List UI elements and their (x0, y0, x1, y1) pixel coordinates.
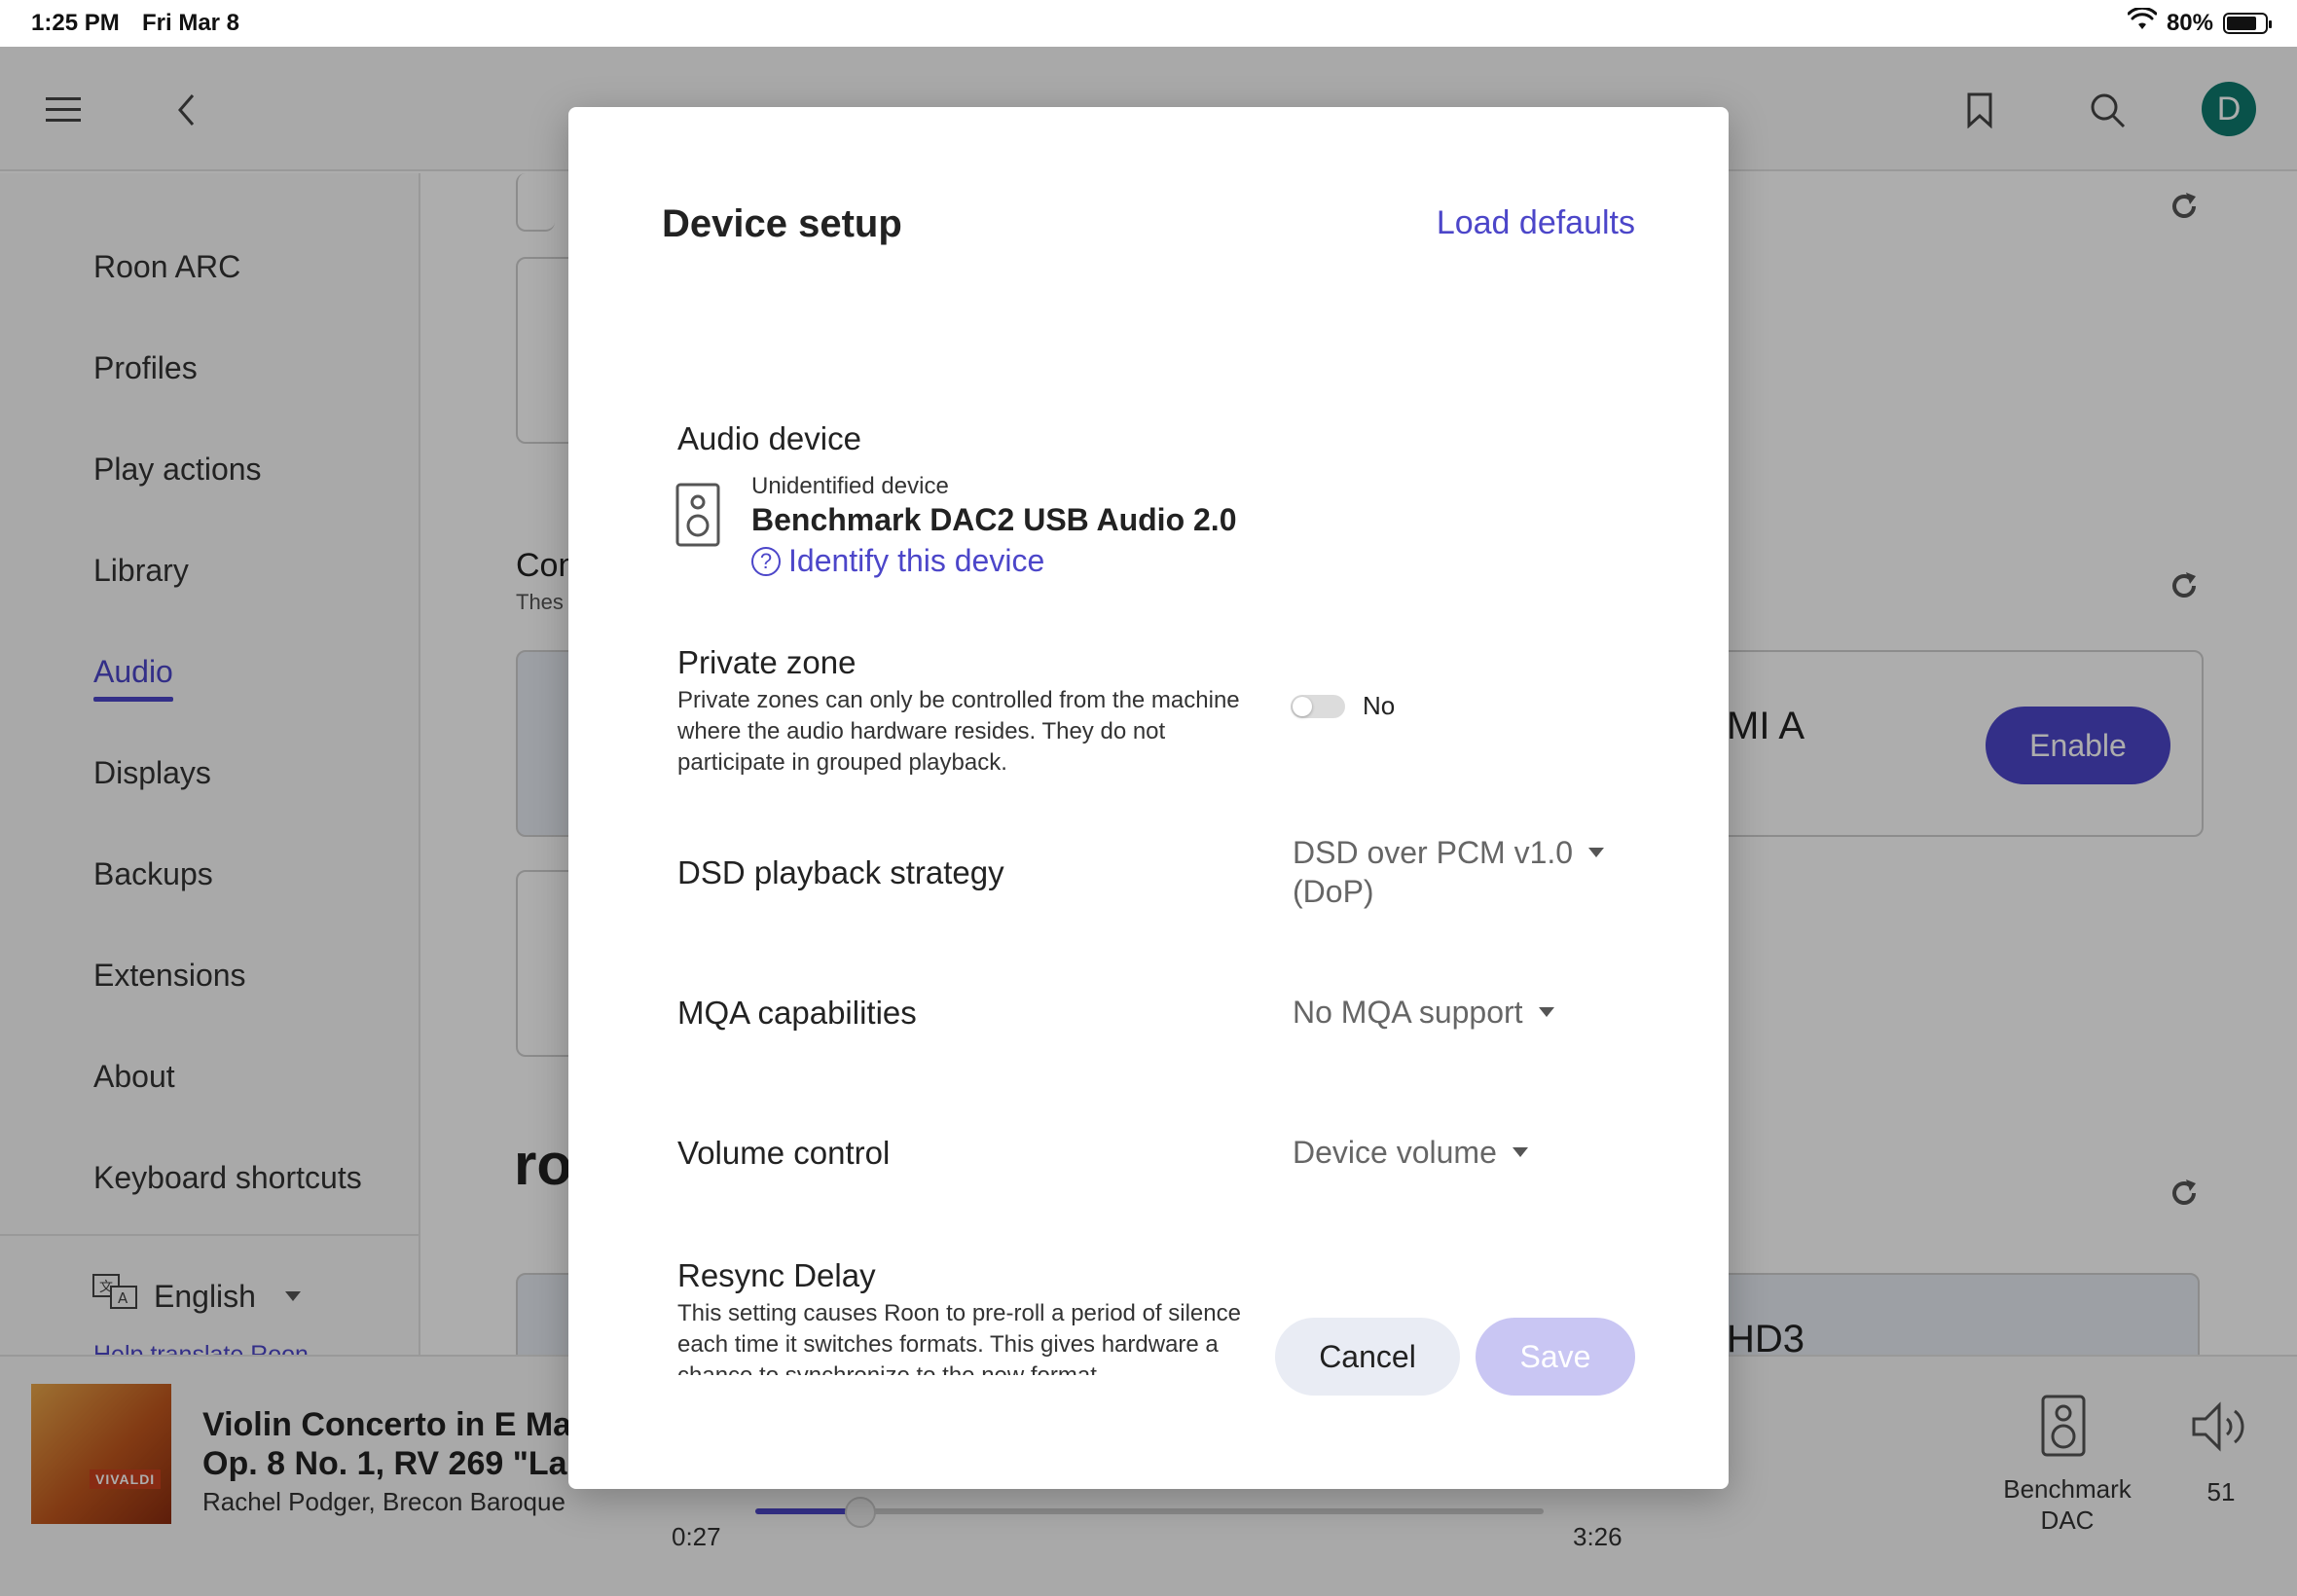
dsd-playback-select[interactable]: DSD over PCM v1.0 (DoP) (1293, 833, 1605, 911)
resync-delay-description: This setting causes Roon to pre-roll a p… (677, 1300, 1241, 1375)
private-zone-label: Private zone (677, 644, 857, 680)
volume-control-select[interactable]: Device volume (1293, 1133, 1528, 1172)
chevron-down-icon (1538, 1007, 1554, 1017)
dialog-title: Device setup (662, 202, 902, 245)
private-zone-toggle[interactable] (1291, 695, 1345, 718)
audio-device-subtitle: Unidentified device (751, 473, 949, 499)
dsd-value-line2: (DoP) (1293, 874, 1374, 909)
mqa-capabilities-value: No MQA support (1293, 995, 1523, 1030)
chevron-down-icon (1512, 1147, 1528, 1157)
resync-delay-label: Resync Delay (677, 1257, 876, 1293)
volume-control-label: Volume control (677, 1135, 891, 1171)
identify-device-label: Identify this device (788, 543, 1045, 578)
volume-control-value: Device volume (1293, 1135, 1497, 1170)
audio-device-name: Benchmark DAC2 USB Audio 2.0 (751, 502, 1237, 537)
cancel-button[interactable]: Cancel (1275, 1318, 1460, 1396)
save-button[interactable]: Save (1476, 1318, 1635, 1396)
mqa-capabilities-label: MQA capabilities (677, 995, 917, 1031)
chevron-down-icon (1588, 848, 1605, 857)
status-bar: 1:25 PM Fri Mar 8 80% (0, 0, 2297, 47)
audio-device-label: Audio device (677, 420, 861, 456)
dsd-playback-label: DSD playback strategy (677, 854, 1004, 890)
help-circle-icon: ? (751, 546, 781, 576)
battery-percent: 80% (2166, 9, 2213, 36)
status-time: 1:25 PM (31, 10, 120, 36)
load-defaults-link[interactable]: Load defaults (1437, 204, 1635, 242)
private-zone-description: Private zones can only be controlled fro… (677, 687, 1240, 776)
dialog-body[interactable]: Audio device Unidentified device Benchma… (568, 302, 1729, 1375)
battery-icon (2223, 12, 2272, 34)
wifi-icon (2127, 6, 2158, 38)
mqa-capabilities-select[interactable]: No MQA support (1293, 993, 1554, 1032)
dsd-value-line1: DSD over PCM v1.0 (1293, 835, 1574, 870)
private-zone-value: No (1363, 691, 1396, 720)
battery-fill (2227, 16, 2257, 30)
device-setup-dialog: Device setup Load defaults Audio device … (568, 107, 1729, 1489)
speaker-icon (675, 483, 720, 552)
toggle-thumb (1293, 697, 1312, 716)
status-right: 80% (2127, 6, 2272, 38)
identify-device-link[interactable]: ? Identify this device (751, 543, 1044, 579)
status-date: Fri Mar 8 (142, 10, 240, 36)
dsd-playback-value: DSD over PCM v1.0 (DoP) (1293, 833, 1573, 911)
